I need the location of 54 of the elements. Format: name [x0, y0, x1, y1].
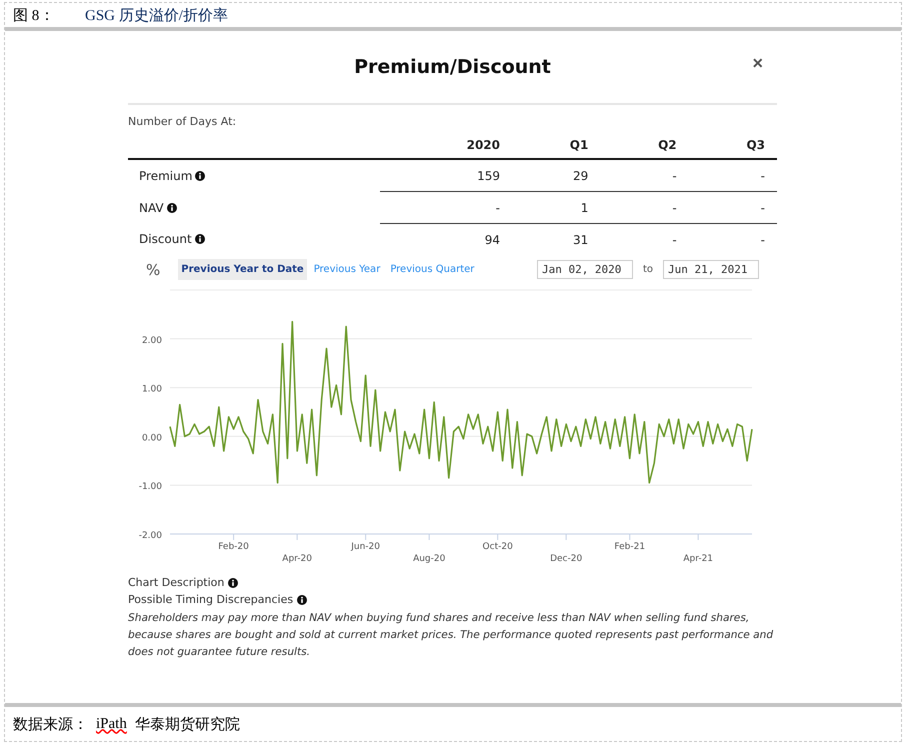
date-field[interactable]: Jan 02, 2020 — [536, 260, 633, 279]
modal-title: Premium/Discount — [354, 56, 551, 78]
x-tick-label: Feb-21 — [614, 542, 646, 552]
y-tick-label: 2.00 — [142, 336, 162, 346]
table-cell: - — [688, 159, 777, 192]
date-field[interactable]: Jun 21, 2021 — [663, 260, 759, 279]
table-cell: 29 — [512, 159, 600, 192]
table-caption: Number of Days At: — [128, 115, 238, 128]
note-label: Possible Timing Discrepancies — [128, 593, 294, 606]
x-tick-label: Dec-20 — [550, 554, 582, 564]
table-cell: - — [600, 192, 689, 224]
table-cell: - — [600, 159, 689, 192]
y-tick-label: 0.00 — [142, 433, 162, 444]
column-header: Q2 — [600, 134, 689, 159]
column-header: Q1 — [512, 134, 600, 159]
column-header: Q3 — [688, 134, 777, 159]
y-tick-label: 1.00 — [142, 384, 162, 395]
table-cell: 31 — [512, 224, 600, 255]
x-tick-label: Oct-20 — [482, 542, 513, 552]
x-tick-label: Aug-20 — [413, 554, 446, 564]
row-label: Premium — [139, 168, 192, 183]
info-icon[interactable] — [195, 170, 206, 181]
x-tick-label: Apr-21 — [683, 554, 714, 564]
info-icon[interactable] — [166, 202, 177, 212]
table-cell: 159 — [380, 159, 512, 192]
table-cell: - — [688, 224, 777, 255]
y-tick-label: -1.00 — [138, 482, 162, 492]
period-tab[interactable]: Previous Quarter — [387, 259, 478, 280]
x-tick-label: Jun-20 — [351, 542, 380, 552]
row-label: Discount — [139, 232, 192, 246]
column-header: 2020 — [380, 134, 512, 159]
source-text: 华泰期货研究院 — [134, 716, 240, 734]
note-label: Chart Description — [128, 576, 224, 589]
info-icon[interactable] — [228, 578, 238, 588]
info-icon[interactable] — [194, 234, 205, 244]
close-button[interactable]: × — [748, 53, 767, 74]
figure-number: 图 8： — [13, 6, 56, 24]
info-icon[interactable] — [297, 594, 308, 604]
table-cell: - — [688, 192, 777, 224]
source-text: 数据来源： — [13, 716, 88, 734]
unit-label: % — [146, 260, 160, 278]
x-tick-label: Apr-20 — [282, 554, 312, 564]
table-cell: - — [380, 192, 512, 224]
x-tick-label: Feb-20 — [218, 542, 249, 552]
source-text: iPath — [96, 716, 127, 732]
figure-title: GSG 历史溢价/折价率 — [85, 6, 228, 24]
table-cell: 1 — [512, 192, 600, 224]
table-cell: - — [600, 224, 689, 255]
disclaimer-text: Shareholders may pay more than NAV when buying fund shares and receive less than NAV when selling fund shares, because shares are bought and sold at current market prices. The performance quoted represents past performance and does not guarantee future results. — [128, 611, 774, 660]
y-tick-label: -2.00 — [138, 531, 162, 541]
period-tab[interactable]: Previous Year to Date — [178, 259, 307, 280]
table-cell: 94 — [380, 224, 512, 255]
row-label: NAV — [139, 200, 164, 214]
range-separator: to — [642, 264, 653, 275]
